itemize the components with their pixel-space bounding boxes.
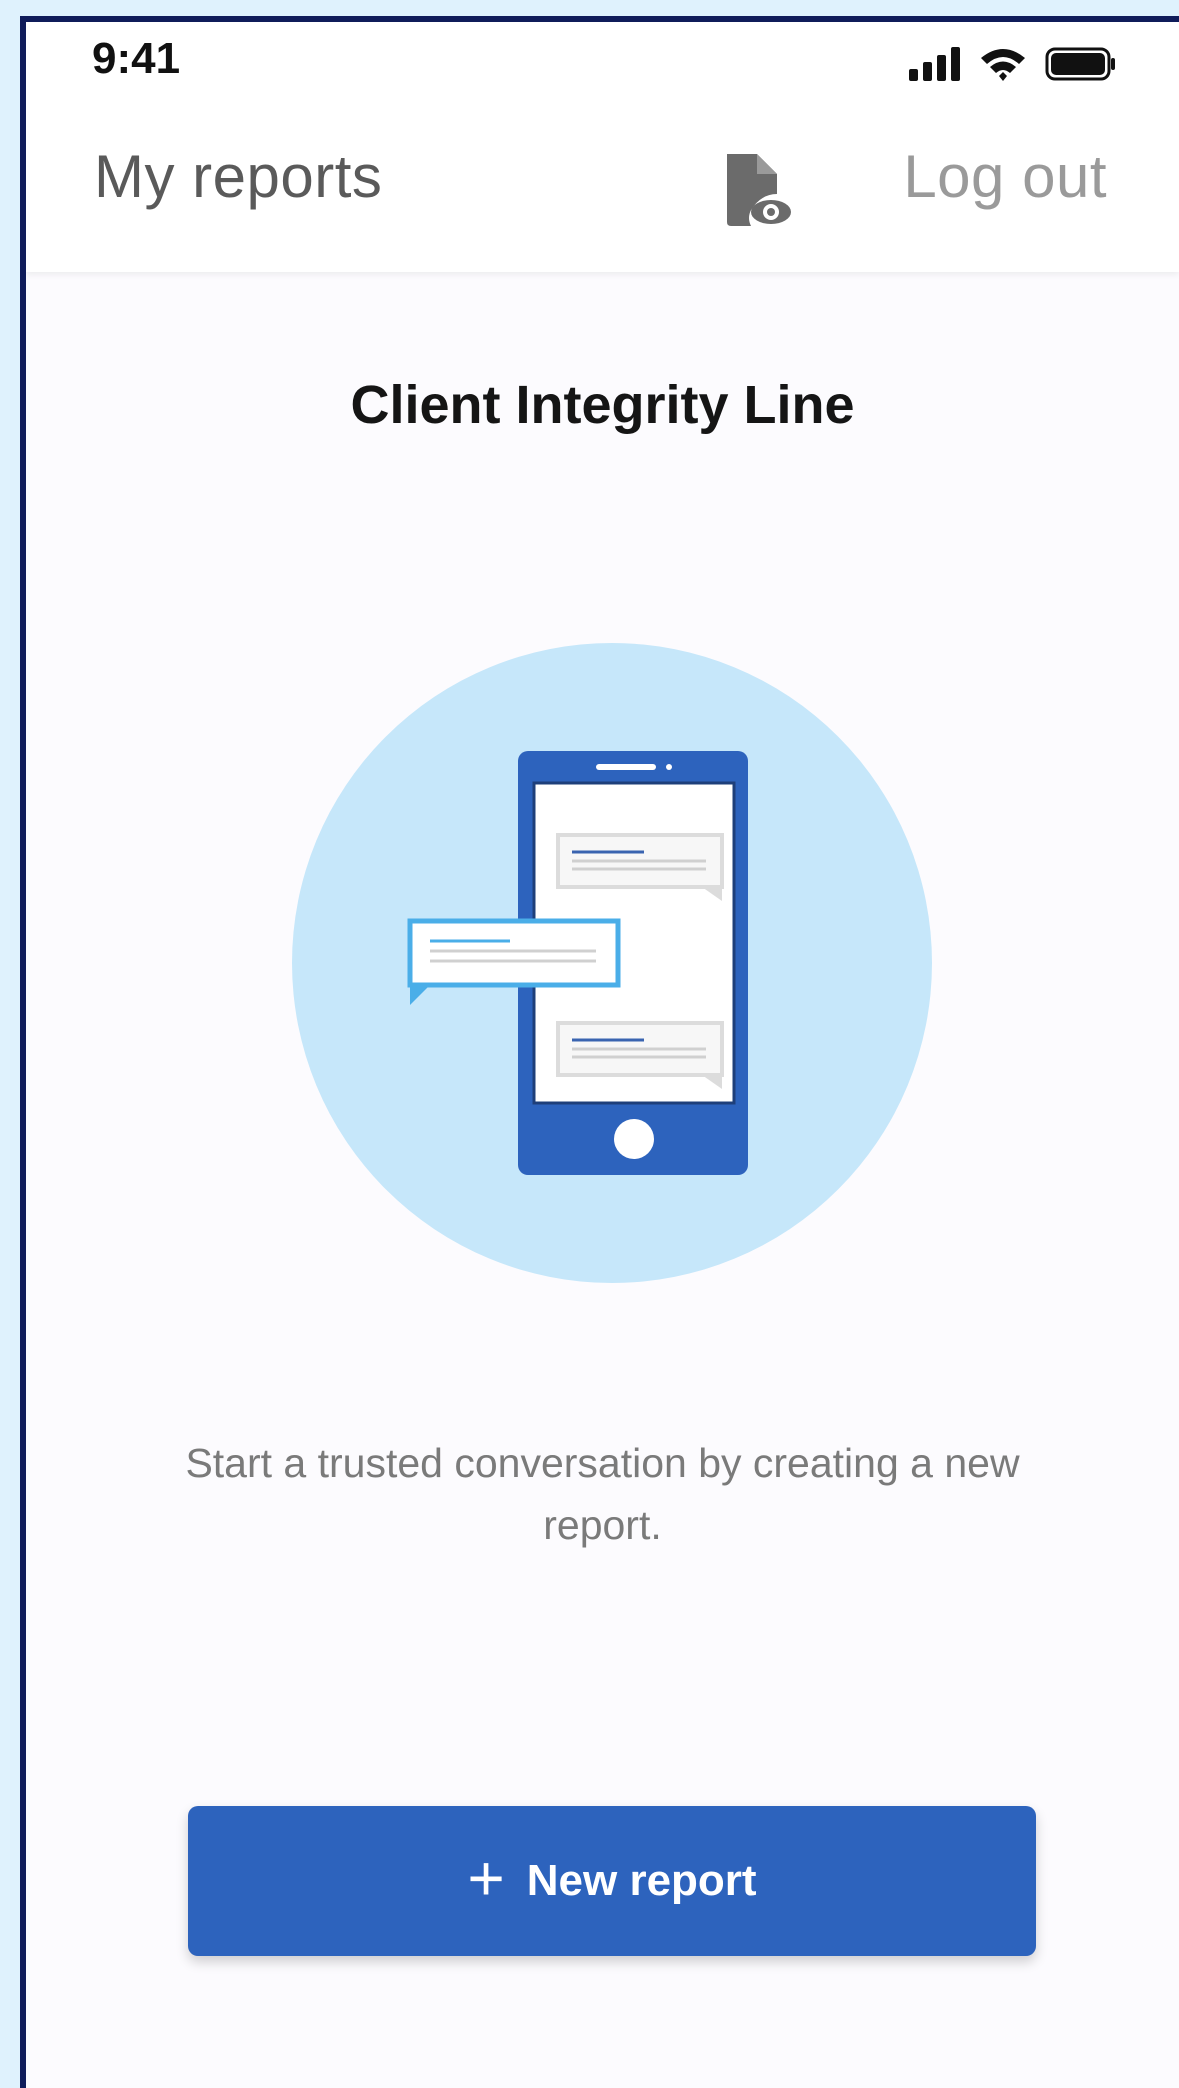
phone-chat-illustration	[292, 643, 932, 1283]
status-icons	[909, 42, 1117, 86]
signal-icon	[909, 47, 960, 81]
plus-icon: +	[467, 1842, 505, 1914]
status-time: 9:41	[92, 34, 181, 83]
logout-button[interactable]: Log out	[903, 142, 1107, 211]
app-header: 9:41 My reports Log out	[26, 22, 1179, 272]
battery-icon	[1045, 47, 1115, 81]
page-title-my-reports: My reports	[94, 143, 383, 210]
empty-state-message: Start a trusted conversation by creating…	[185, 1440, 1020, 1548]
new-report-button[interactable]: + New report	[188, 1806, 1036, 1956]
new-report-label: New report	[526, 1856, 757, 1905]
document-eye-icon[interactable]	[721, 150, 793, 230]
page-title: Client Integrity Line	[350, 375, 855, 435]
wifi-icon	[981, 49, 1025, 81]
app-screen: 9:41 My reports Log out Client Integrity…	[20, 16, 1179, 2088]
